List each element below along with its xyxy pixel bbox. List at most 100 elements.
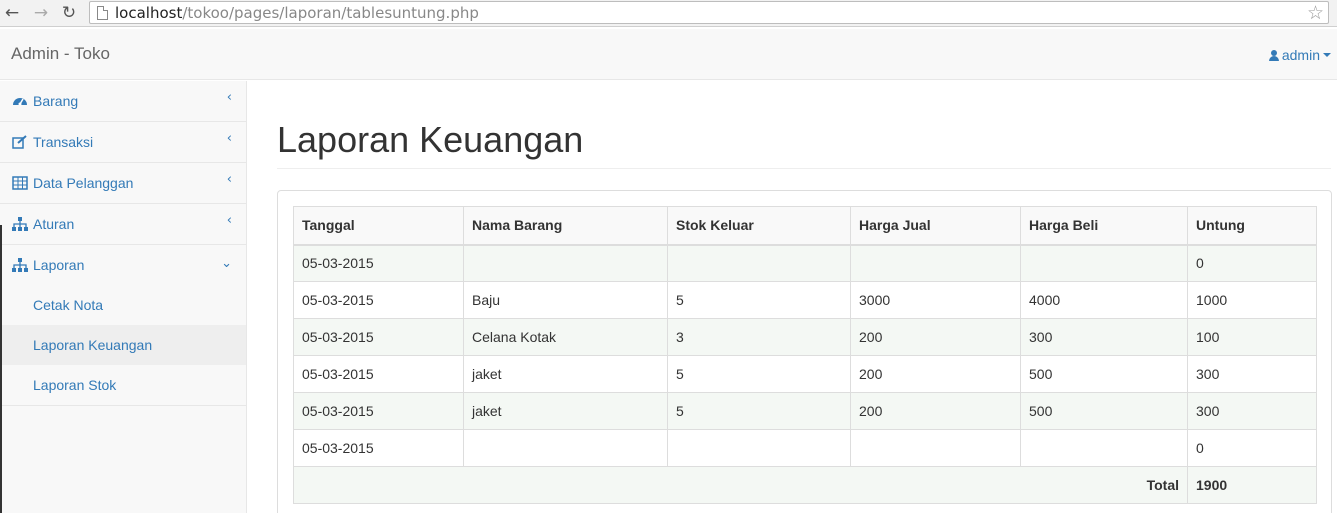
top-navbar: Admin - Toko admin <box>0 29 1337 80</box>
table-icon <box>12 176 28 190</box>
table-header-row: Tanggal Nama Barang Stok Keluar Harga Ju… <box>293 206 1317 246</box>
page-title: Laporan Keuangan <box>277 119 584 160</box>
cell-harga-beli: 300 <box>1020 318 1188 356</box>
chevron-down-icon: ⌄ <box>221 256 232 271</box>
sidebar-item-label: Aturan <box>33 216 75 232</box>
user-label: admin <box>1281 47 1320 63</box>
cell-harga-jual: 200 <box>850 355 1021 393</box>
sidebar-item-data-pelanggan[interactable]: Data Pelanggan ‹ <box>0 163 246 204</box>
sidebar-item-label: Barang <box>33 93 79 109</box>
cell-tanggal: 05-03-2015 <box>293 244 464 282</box>
chevron-left-icon: ‹ <box>226 213 232 228</box>
sidebar-subitem-laporan-keuangan[interactable]: Laporan Keuangan <box>0 325 246 365</box>
table-row: 05-03-2015 jaket 5 200 500 300 <box>293 355 1317 393</box>
cell-harga-jual <box>850 429 1021 467</box>
cell-harga-beli: 4000 <box>1020 281 1188 319</box>
report-table: Tanggal Nama Barang Stok Keluar Harga Ju… <box>293 206 1317 504</box>
sidebar-item-label: Transaksi <box>33 134 94 150</box>
sidebar-subitem-laporan-stok[interactable]: Laporan Stok <box>0 365 246 405</box>
url-host: localhost <box>115 4 183 22</box>
chevron-left-icon: ‹ <box>226 90 232 105</box>
cell-stok-keluar: 5 <box>667 355 851 393</box>
sidebar-item-label: Data Pelanggan <box>33 175 134 191</box>
cell-nama-barang <box>463 244 668 282</box>
browser-toolbar: ← → ↻ localhost/tokoo/pages/laporan/tabl… <box>0 0 1337 27</box>
sidebar-item-transaksi[interactable]: Transaksi ‹ <box>0 122 246 163</box>
sidebar: Barang ‹ Transaksi ‹ Data Pelanggan ‹ At… <box>0 81 247 513</box>
table-row: 05-03-2015 jaket 5 200 500 300 <box>293 392 1317 430</box>
total-value: 1900 <box>1187 466 1317 504</box>
table-row: 05-03-2015 Celana Kotak 3 200 300 100 <box>293 318 1317 356</box>
reload-icon[interactable]: ↻ <box>59 3 79 23</box>
page-icon <box>97 6 108 20</box>
cell-harga-beli: 500 <box>1020 392 1188 430</box>
sidebar-item-laporan[interactable]: Laporan ⌄ <box>0 245 246 286</box>
user-icon <box>1268 50 1279 61</box>
cell-nama-barang: jaket <box>463 392 668 430</box>
cell-nama-barang <box>463 429 668 467</box>
cell-harga-jual: 200 <box>850 392 1021 430</box>
cell-untung: 1000 <box>1187 281 1317 319</box>
sidebar-item-aturan[interactable]: Aturan ‹ <box>0 204 246 245</box>
cell-tanggal: 05-03-2015 <box>293 281 464 319</box>
sidebar-subitem-label: Cetak Nota <box>33 297 104 313</box>
cell-stok-keluar <box>667 244 851 282</box>
sitemap-icon <box>12 217 28 231</box>
user-menu[interactable]: admin <box>1268 46 1331 64</box>
table-row: 05-03-2015 0 <box>293 244 1317 282</box>
cell-harga-jual: 3000 <box>850 281 1021 319</box>
sidebar-subitem-label: Laporan Keuangan <box>33 337 153 353</box>
cell-untung: 300 <box>1187 355 1317 393</box>
total-label: Total <box>293 466 1188 504</box>
cell-nama-barang: Baju <box>463 281 668 319</box>
column-header-tanggal[interactable]: Tanggal <box>293 206 464 246</box>
column-header-stok-keluar[interactable]: Stok Keluar <box>667 206 851 246</box>
cell-nama-barang: jaket <box>463 355 668 393</box>
chevron-left-icon: ‹ <box>226 131 232 146</box>
forward-arrow-icon[interactable]: → <box>31 3 51 23</box>
url-path: /tokoo/pages/laporan/tablesuntung.php <box>182 4 479 22</box>
sidebar-item-barang[interactable]: Barang ‹ <box>0 81 246 122</box>
title-divider <box>277 168 1331 169</box>
cell-tanggal: 05-03-2015 <box>293 392 464 430</box>
cell-tanggal: 05-03-2015 <box>293 429 464 467</box>
table-row: 05-03-2015 0 <box>293 429 1317 467</box>
chevron-left-icon: ‹ <box>226 172 232 187</box>
address-bar[interactable]: localhost/tokoo/pages/laporan/tablesuntu… <box>89 1 1329 24</box>
column-header-harga-beli[interactable]: Harga Beli <box>1020 206 1188 246</box>
cell-tanggal: 05-03-2015 <box>293 318 464 356</box>
column-header-harga-jual[interactable]: Harga Jual <box>850 206 1021 246</box>
cell-untung: 100 <box>1187 318 1317 356</box>
cell-untung: 300 <box>1187 392 1317 430</box>
cell-stok-keluar: 5 <box>667 281 851 319</box>
edit-icon <box>12 135 28 149</box>
cell-tanggal: 05-03-2015 <box>293 355 464 393</box>
window-edge <box>0 225 2 513</box>
brand-title[interactable]: Admin - Toko <box>11 44 110 64</box>
sidebar-subitem-cetak-nota[interactable]: Cetak Nota <box>0 285 246 325</box>
cell-stok-keluar: 3 <box>667 318 851 356</box>
cell-harga-beli: 500 <box>1020 355 1188 393</box>
cell-nama-barang: Celana Kotak <box>463 318 668 356</box>
url-text: localhost/tokoo/pages/laporan/tablesuntu… <box>115 3 479 23</box>
dashboard-icon <box>12 94 28 108</box>
caret-down-icon <box>1323 53 1331 57</box>
cell-untung: 0 <box>1187 244 1317 282</box>
cell-stok-keluar: 5 <box>667 392 851 430</box>
table-row: 05-03-2015 Baju 5 3000 4000 1000 <box>293 281 1317 319</box>
cell-untung: 0 <box>1187 429 1317 467</box>
cell-harga-jual <box>850 244 1021 282</box>
sitemap-icon <box>12 258 28 272</box>
cell-harga-beli <box>1020 429 1188 467</box>
column-header-untung[interactable]: Untung <box>1187 206 1317 246</box>
bookmark-star-icon[interactable]: ☆ <box>1307 2 1324 24</box>
cell-harga-jual: 200 <box>850 318 1021 356</box>
laporan-submenu: Cetak Nota Laporan Keuangan Laporan Stok <box>0 285 246 406</box>
cell-stok-keluar <box>667 429 851 467</box>
sidebar-subitem-label: Laporan Stok <box>33 377 117 393</box>
sidebar-item-label: Laporan <box>33 257 85 273</box>
column-header-nama-barang[interactable]: Nama Barang <box>463 206 668 246</box>
cell-harga-beli <box>1020 244 1188 282</box>
back-arrow-icon[interactable]: ← <box>2 3 22 23</box>
total-row: Total 1900 <box>293 466 1317 504</box>
